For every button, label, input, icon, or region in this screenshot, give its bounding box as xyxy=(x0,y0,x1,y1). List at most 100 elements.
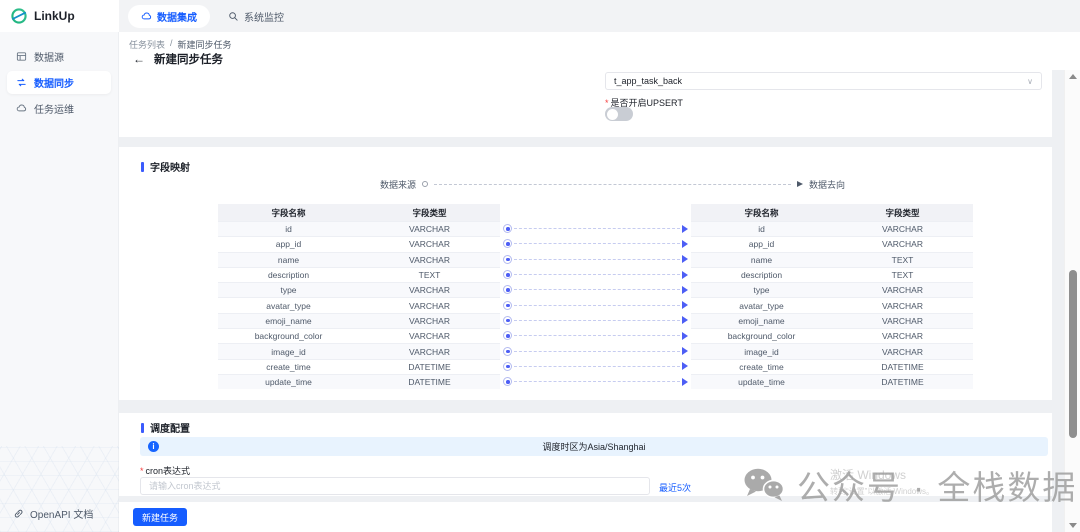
source-port-icon[interactable] xyxy=(503,377,512,386)
source-port-icon[interactable] xyxy=(503,316,512,325)
target-arrow-icon xyxy=(682,255,688,263)
openapi-doc-link[interactable]: OpenAPI 文档 xyxy=(13,506,93,521)
required-mark: * xyxy=(140,466,144,476)
nav-label: 系统监控 xyxy=(244,9,284,24)
monitor-search-icon xyxy=(228,11,239,22)
table-cell: image_id xyxy=(218,344,359,358)
openapi-doc-label: OpenAPI 文档 xyxy=(30,506,93,521)
table-cell: VARCHAR xyxy=(359,283,500,297)
table-cell: type xyxy=(691,283,832,297)
scrollbar[interactable] xyxy=(1064,70,1080,532)
field-mapping-title: 字段映射 xyxy=(141,159,190,174)
table-row: descriptionTEXT xyxy=(218,267,500,282)
mapping-direction-header: 数据来源 数据去向 xyxy=(380,178,845,190)
table-row: image_idVARCHAR xyxy=(691,343,973,358)
source-port-icon[interactable] xyxy=(503,347,512,356)
table-row: update_timeDATETIME xyxy=(218,374,500,389)
table-row: app_idVARCHAR xyxy=(691,236,973,251)
breadcrumb: 任务列表 / 新建同步任务 xyxy=(129,38,232,51)
table-row: nameTEXT xyxy=(691,252,973,267)
scroll-up-icon[interactable] xyxy=(1069,74,1077,79)
mapping-dashed-line xyxy=(514,228,680,229)
table-cell: DATETIME xyxy=(832,360,973,374)
table-row: app_idVARCHAR xyxy=(218,236,500,251)
column-header-name: 字段名称 xyxy=(218,204,359,221)
mapping-connector-row xyxy=(503,252,688,267)
mapping-dashed-line xyxy=(514,243,680,244)
table-row: descriptionTEXT xyxy=(691,267,973,282)
source-port-icon[interactable] xyxy=(503,331,512,340)
main-content: t_app_task_back ∨ *是否开启UPSERT 字段映射 数据来源 … xyxy=(119,70,1064,532)
table-cell: name xyxy=(218,253,359,267)
create-task-button[interactable]: 新建任务 xyxy=(133,508,187,526)
table-cell: VARCHAR xyxy=(832,222,973,236)
target-table: 字段名称 字段类型 idVARCHARapp_idVARCHARnameTEXT… xyxy=(691,204,973,389)
target-table-value: t_app_task_back xyxy=(614,76,682,86)
table-cell: DATETIME xyxy=(832,375,973,389)
source-port-icon[interactable] xyxy=(503,362,512,371)
table-cell: VARCHAR xyxy=(832,298,973,312)
breadcrumb-parent[interactable]: 任务列表 xyxy=(129,38,165,51)
mapping-dashed-line xyxy=(514,335,680,336)
target-arrow-icon xyxy=(682,240,688,248)
table-cell: create_time xyxy=(218,360,359,374)
topbar: LinkUp 数据集成 系统监控 xyxy=(0,0,1080,32)
sidebar-item-datasource[interactable]: 数据源 xyxy=(7,45,111,68)
mapping-connector-row xyxy=(503,313,688,328)
sidebar-item-taskops[interactable]: 任务运维 xyxy=(7,97,111,120)
table-cell: VARCHAR xyxy=(359,344,500,358)
mapping-dashed-line xyxy=(514,381,680,382)
source-port-icon[interactable] xyxy=(503,239,512,248)
sidebar-item-label: 数据同步 xyxy=(34,75,74,90)
mapping-dashed-line xyxy=(514,366,680,367)
cron-input[interactable] xyxy=(140,477,650,495)
source-table-body: idVARCHARapp_idVARCHARnameVARCHARdescrip… xyxy=(218,221,500,389)
table-row: idVARCHAR xyxy=(218,221,500,236)
target-table-body: idVARCHARapp_idVARCHARnameTEXTdescriptio… xyxy=(691,221,973,389)
source-table-header: 字段名称 字段类型 xyxy=(218,204,500,221)
target-arrow-icon xyxy=(682,362,688,370)
nav-system-monitor[interactable]: 系统监控 xyxy=(218,5,294,28)
target-table-select[interactable]: t_app_task_back ∨ xyxy=(605,72,1042,90)
scroll-down-icon[interactable] xyxy=(1069,523,1077,528)
target-arrow-icon xyxy=(682,378,688,386)
table-cell: avatar_type xyxy=(218,298,359,312)
table-cell: VARCHAR xyxy=(359,237,500,251)
mapping-dashed-line xyxy=(514,274,680,275)
sidebar-item-datasync[interactable]: 数据同步 xyxy=(7,71,111,94)
cloud-ops-icon xyxy=(16,103,27,114)
source-port-icon[interactable] xyxy=(503,224,512,233)
table-cell: create_time xyxy=(691,360,832,374)
table-row: typeVARCHAR xyxy=(218,282,500,297)
table-cell: app_id xyxy=(218,237,359,251)
table-cell: VARCHAR xyxy=(832,329,973,343)
table-cell: description xyxy=(691,268,832,282)
source-port-icon[interactable] xyxy=(503,301,512,310)
link-icon xyxy=(13,508,24,519)
mapping-dashed-line xyxy=(514,351,680,352)
table-row: nameVARCHAR xyxy=(218,252,500,267)
section-bar xyxy=(141,423,144,433)
table-cell: avatar_type xyxy=(691,298,832,312)
sidebar: 数据源 数据同步 任务运维 OpenAPI 文档 xyxy=(0,32,119,532)
page-title-row: ← 新建同步任务 xyxy=(133,51,223,67)
scrollbar-thumb[interactable] xyxy=(1069,270,1077,438)
source-port-icon[interactable] xyxy=(503,255,512,264)
table-row: typeVARCHAR xyxy=(691,282,973,297)
table-cell: VARCHAR xyxy=(832,283,973,297)
schedule-title: 调度配置 xyxy=(141,420,190,435)
target-arrow-icon xyxy=(682,225,688,233)
target-table-card: t_app_task_back ∨ *是否开启UPSERT xyxy=(119,70,1052,137)
table-cell: VARCHAR xyxy=(359,329,500,343)
table-cell: VARCHAR xyxy=(359,314,500,328)
nav-data-integration[interactable]: 数据集成 xyxy=(128,5,210,28)
recent-runs-link[interactable]: 最近5次 xyxy=(659,481,691,494)
nav-label: 数据集成 xyxy=(157,9,197,24)
direction-dashed-line xyxy=(434,184,791,185)
source-port-icon[interactable] xyxy=(503,270,512,279)
cron-label: *cron表达式 xyxy=(140,464,190,477)
back-arrow-icon[interactable]: ← xyxy=(133,52,145,66)
upsert-toggle[interactable] xyxy=(605,107,633,121)
source-port-icon[interactable] xyxy=(503,285,512,294)
table-cell: emoji_name xyxy=(691,314,832,328)
